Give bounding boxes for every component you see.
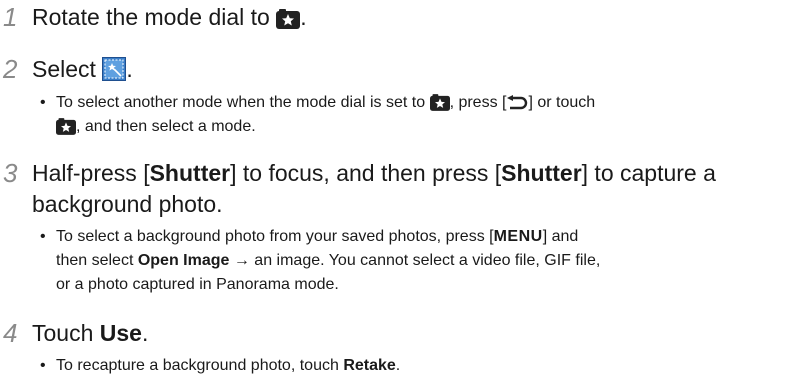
shutter-key: Shutter <box>149 160 231 186</box>
retake-option: Retake <box>343 357 396 374</box>
star-mode-icon <box>276 6 301 36</box>
star-mode-icon <box>429 94 450 118</box>
step-number: 2 <box>3 54 18 84</box>
step-number: 3 <box>3 158 18 188</box>
shutter-key: Shutter <box>501 160 582 186</box>
step-text: Select . <box>32 54 133 88</box>
open-image-option: Open Image <box>137 252 230 269</box>
magic-frame-icon <box>102 57 127 88</box>
instruction-page: 1 Rotate the mode dial to . 2 Select . •… <box>3 2 716 374</box>
menu-key: MENU <box>493 228 543 245</box>
step-text: Half-press [Shutter] to focus, and then … <box>32 160 716 186</box>
step-text: Rotate the mode dial to . <box>32 2 307 36</box>
step-number: 1 <box>3 2 18 32</box>
step-number: 4 <box>3 318 18 348</box>
back-arrow-icon <box>506 95 528 118</box>
step-text: Touch Use. <box>32 320 149 346</box>
use-option: Use <box>99 320 142 346</box>
star-mode-icon <box>56 118 76 142</box>
bullet-text: To select another mode when the mode dia… <box>56 92 595 118</box>
